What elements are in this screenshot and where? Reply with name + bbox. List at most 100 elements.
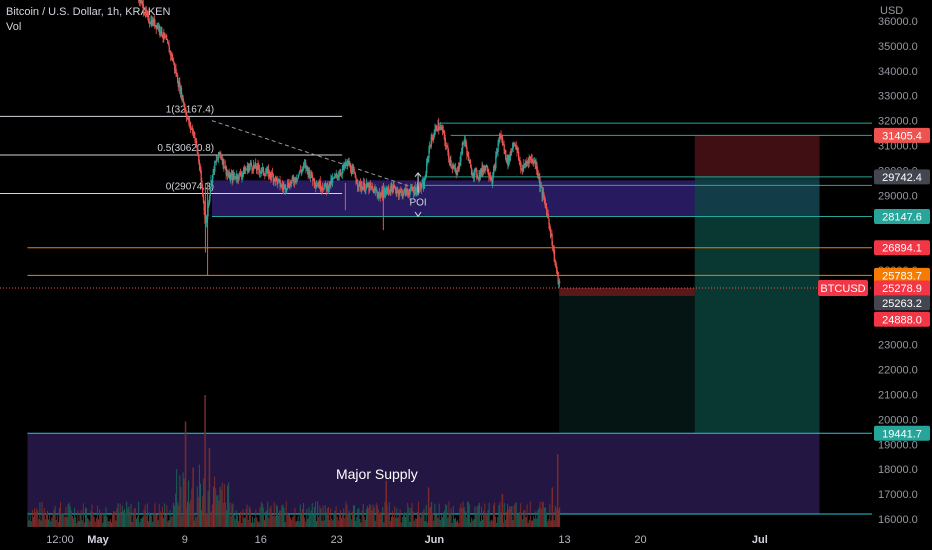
volume-bar xyxy=(173,505,175,527)
price-label-text: 25278.9 xyxy=(882,283,922,295)
price-chart[interactable]: 1(32167.4) 0.5(30620.8) 0(29074.3) POI Major… xyxy=(0,0,932,550)
volume-bar xyxy=(518,511,520,527)
volume-bar xyxy=(87,517,89,527)
volume-bar xyxy=(258,522,260,527)
volume-bar xyxy=(283,507,285,527)
volume-bar xyxy=(117,503,119,527)
volume-bar xyxy=(49,515,51,527)
y-tick-label: 29000.0 xyxy=(878,190,918,202)
volume-bar xyxy=(530,520,532,527)
volume-bar xyxy=(54,506,56,527)
volume-bar xyxy=(239,514,241,527)
volume-bar xyxy=(95,517,97,527)
y-tick-label: 21000.0 xyxy=(878,390,918,402)
volume-bar xyxy=(94,521,96,527)
volume-bar xyxy=(203,478,205,527)
volume-bar xyxy=(242,509,244,527)
volume-bar xyxy=(341,517,343,527)
volume-bar xyxy=(118,512,120,527)
y-tick-label: 23000.0 xyxy=(878,340,918,352)
volume-bar xyxy=(484,503,486,527)
volume-bar xyxy=(155,514,157,527)
volume-bar xyxy=(436,512,438,527)
price-label: 25263.2 xyxy=(874,295,930,311)
volume-bar xyxy=(376,504,378,527)
fib-label: 0.5(30620.8) xyxy=(157,143,214,154)
volume-bar xyxy=(201,510,203,527)
volume-bar xyxy=(189,503,191,527)
candle xyxy=(476,176,479,178)
volume-bar xyxy=(365,508,367,527)
volume-bar xyxy=(206,513,208,527)
x-tick-label: May xyxy=(87,534,109,546)
volume-bar xyxy=(167,521,169,527)
volume-bar xyxy=(388,502,390,527)
volume-bar xyxy=(223,484,225,527)
volume-bar xyxy=(253,522,255,527)
price-label: 31405.4 xyxy=(874,127,930,143)
volume-bar xyxy=(352,505,354,527)
volume-bar xyxy=(93,516,95,527)
position-profit-zone-left xyxy=(559,287,695,434)
volume-bar xyxy=(67,504,69,527)
volume-bar xyxy=(462,501,464,527)
volume-bar xyxy=(234,519,236,527)
volume-bar xyxy=(350,519,352,527)
volume-bar xyxy=(135,518,137,527)
candle xyxy=(505,150,507,159)
volume-bar xyxy=(298,521,300,527)
plot-area: 1(32167.4) 0.5(30620.8) 0(29074.3) POI Major… xyxy=(0,0,872,527)
volume-bar xyxy=(137,516,139,527)
volume-bar xyxy=(559,507,561,527)
volume-bar xyxy=(411,502,413,527)
volume-bar xyxy=(56,513,58,527)
volume-bar xyxy=(550,520,552,527)
volume-bar xyxy=(543,507,545,527)
candle xyxy=(250,162,252,166)
volume-bar xyxy=(441,517,443,527)
volume-bar xyxy=(377,509,379,527)
volume-bar xyxy=(103,513,105,527)
x-tick-label: Jun xyxy=(425,534,445,546)
volume-bar xyxy=(487,510,489,527)
volume-bar xyxy=(408,507,410,527)
volume-bar xyxy=(244,517,246,527)
volume-bar xyxy=(37,510,39,527)
volume-bar xyxy=(241,522,243,527)
volume-bar xyxy=(52,512,54,527)
volume-bar xyxy=(449,512,451,527)
volume-bar xyxy=(43,508,45,527)
candle xyxy=(309,170,311,178)
volume-bar xyxy=(473,519,475,527)
volume-bar xyxy=(445,504,447,527)
volume-bar xyxy=(348,510,350,527)
volume-bar xyxy=(31,510,33,527)
volume-bar xyxy=(127,508,129,527)
volume-bar xyxy=(370,505,372,527)
volume-bar xyxy=(282,504,284,527)
volume-bar xyxy=(47,510,49,527)
candle xyxy=(173,61,175,63)
volume-bar xyxy=(154,503,156,527)
candle xyxy=(518,151,520,159)
volume-bar xyxy=(106,517,108,527)
volume-bar xyxy=(227,485,229,527)
volume-bar xyxy=(526,504,528,527)
price-label-text: 28147.6 xyxy=(882,212,922,224)
volume-spike xyxy=(184,421,187,527)
volume-bar xyxy=(346,504,348,527)
position-loss-strip xyxy=(559,287,695,296)
volume-bar xyxy=(371,510,373,527)
volume-bar xyxy=(536,518,538,527)
volume-bar xyxy=(514,503,516,527)
volume-bar xyxy=(229,502,231,527)
price-label: 24888.0 xyxy=(874,311,930,327)
volume-bar xyxy=(181,515,183,527)
volume-bar xyxy=(474,506,476,527)
volume-bar xyxy=(356,516,358,527)
volume-bar xyxy=(156,514,158,527)
volume-bar xyxy=(432,513,434,527)
volume-bar xyxy=(180,486,182,527)
volume-bar xyxy=(457,519,459,527)
volume-bar xyxy=(265,511,267,527)
